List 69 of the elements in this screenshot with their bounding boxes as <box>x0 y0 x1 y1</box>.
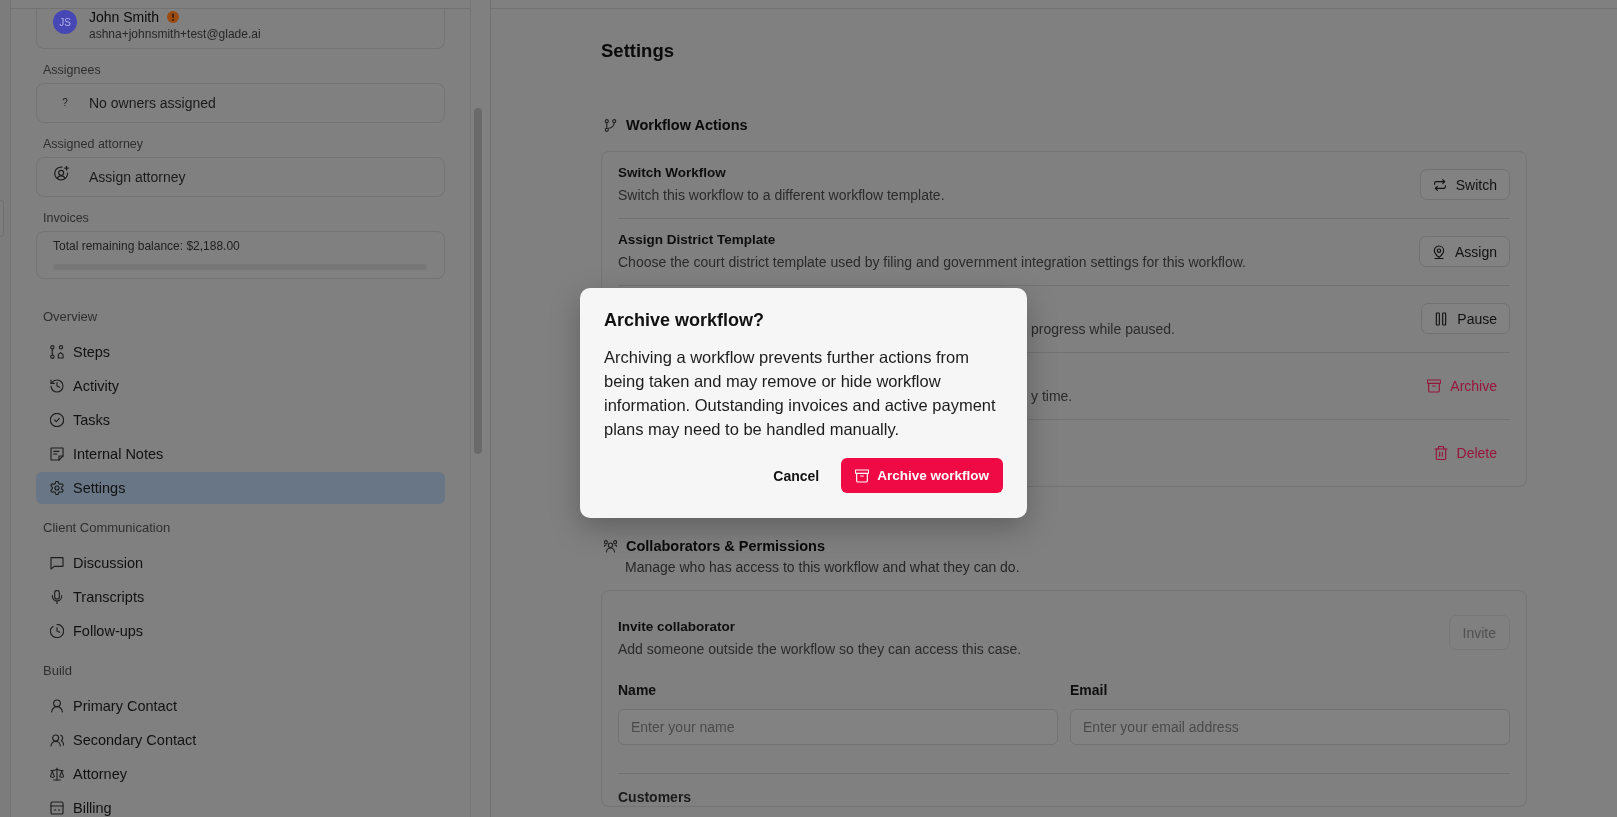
map-pin-icon <box>1431 244 1446 259</box>
invite-description: Add someone outside the workflow so they can access this case. <box>618 640 1022 659</box>
attorney-selector[interactable]: Assign attorney <box>36 157 445 197</box>
chat-bubble-icon <box>50 556 64 570</box>
assign-button[interactable]: Assign <box>1418 236 1510 267</box>
section-label: Build <box>43 664 72 678</box>
note-icon <box>50 447 64 461</box>
section-title: Workflow Actions <box>626 116 748 135</box>
text-input[interactable]: Enter your name <box>618 709 1058 745</box>
archive-icon <box>1427 378 1442 393</box>
sidebar-item[interactable]: Discussion <box>36 547 445 579</box>
section-label: Overview <box>43 310 98 324</box>
clock-icon <box>50 624 64 638</box>
action-description: Choose the court district template used by filing and government integration settings for this workflow. <box>618 254 1246 270</box>
sidebar-item[interactable]: Steps <box>36 336 445 368</box>
action-description: progress while paused. <box>1031 321 1175 337</box>
section-title: Collaborators & Permissions <box>626 537 826 556</box>
calendar-icon <box>50 801 64 815</box>
contact-email: ashna+johnsmith+test@glade.ai <box>89 26 261 42</box>
sidebar-item[interactable]: Settings <box>36 472 445 504</box>
repeat-icon <box>1432 177 1447 192</box>
action-description: Switch this workflow to a different workflow template. <box>618 187 945 203</box>
avatar: JS <box>53 10 77 34</box>
sidebar-item[interactable]: Transcripts <box>36 581 445 613</box>
branch-icon <box>604 118 617 132</box>
action-title: Assign District Template <box>618 232 776 247</box>
text-input[interactable]: Enter your email address <box>1070 709 1510 745</box>
section-label: Client Communication <box>43 521 171 535</box>
users-icon <box>50 733 64 747</box>
sidebar-item[interactable]: Follow-ups <box>36 615 445 647</box>
settings-icon <box>50 481 64 495</box>
user-plus-icon <box>54 165 69 181</box>
sidebar-item[interactable]: Primary Contact <box>36 690 445 722</box>
page-title: Settings <box>601 39 674 63</box>
sidebar-item[interactable]: Internal Notes <box>36 438 445 470</box>
people-icon <box>604 539 617 553</box>
field-label: Assignees <box>43 63 101 77</box>
field-label: Name <box>618 681 657 699</box>
assignee-selector[interactable]: ? No owners assigned <box>36 83 445 123</box>
history-icon <box>50 379 64 393</box>
archive-workflow-button[interactable]: Archive workflow <box>841 458 1003 493</box>
balance-text: Total remaining balance: $2,188.00 <box>53 239 240 253</box>
field-label: Email <box>1070 681 1108 699</box>
pause-button[interactable]: Pause <box>1421 303 1510 334</box>
switch-button[interactable]: Switch <box>1419 169 1510 200</box>
question-mark: ? <box>61 97 69 109</box>
sidebar-item[interactable]: Tasks <box>36 404 445 436</box>
trash-icon <box>1433 445 1448 460</box>
cancel-button[interactable]: Cancel <box>761 458 832 493</box>
sidebar-item[interactable]: Attorney <box>36 758 445 790</box>
user-icon <box>50 699 64 713</box>
field-label: Assigned attorney <box>43 137 144 151</box>
pause-icon <box>1434 311 1449 326</box>
contact-name: John Smith <box>89 9 160 25</box>
field-label: Invoices <box>43 211 89 225</box>
archive-icon <box>855 468 870 483</box>
sidebar-item[interactable]: Secondary Contact <box>36 724 445 756</box>
microphone-icon <box>50 590 64 604</box>
invite-title: Invite collaborator <box>618 618 736 636</box>
sidebar-item[interactable]: Billing <box>36 792 445 817</box>
section-subtitle: Manage who has access to this workflow and what they can do. <box>625 558 1020 577</box>
sidebar-item[interactable]: Activity <box>36 370 445 402</box>
action-description: y time. <box>1031 388 1073 404</box>
dialog-title: Archive workflow? <box>604 309 765 332</box>
customers-label: Customers <box>618 788 692 806</box>
dialog-body: Archiving a workflow prevents further actions from being taken and may remove or hide workflow information. Outstanding invoices and active payment plans may need to be handled manually. <box>604 347 997 440</box>
scale-icon <box>50 767 64 781</box>
workflow-icon <box>50 345 64 359</box>
action-title: Switch Workflow <box>618 165 726 180</box>
